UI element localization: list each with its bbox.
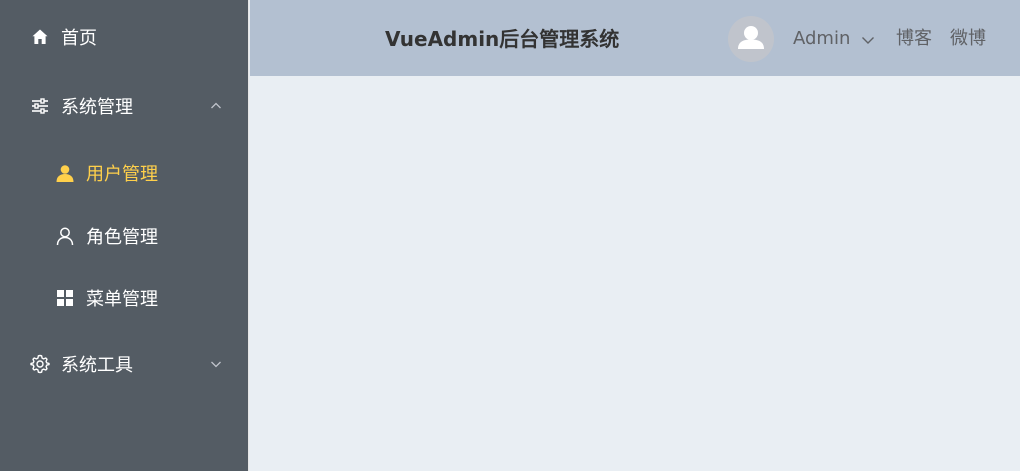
gear-icon (30, 354, 50, 374)
sliders-icon (30, 96, 50, 116)
sidebar-item-label: 菜单管理 (86, 289, 158, 310)
sidebar-item-label: 系统工具 (61, 355, 133, 376)
sidebar-submenu-system-management[interactable]: 系统管理 (0, 78, 248, 134)
user-outline-icon (55, 226, 75, 246)
sidebar-item-menu-management[interactable]: 菜单管理 (0, 270, 248, 326)
blog-link[interactable]: 博客 (896, 0, 932, 76)
app-title: VueAdmin后台管理系统 (385, 27, 620, 51)
top-header: VueAdmin后台管理系统 Admin 博客 微博 (250, 0, 1020, 76)
app-root: 首页 系统管理 用户管理 角色管理 菜单管理 系统工具 VueAdmin后台管理… (0, 0, 1020, 471)
chevron-down-icon[interactable] (861, 32, 875, 46)
user-dropdown-trigger[interactable]: Admin (793, 0, 850, 76)
sidebar-item-label: 系统管理 (61, 97, 133, 118)
main-content (250, 76, 1020, 471)
sidebar-submenu-system-tools[interactable]: 系统工具 (0, 336, 248, 392)
sidebar-item-label: 用户管理 (86, 164, 158, 185)
user-avatar-icon (738, 26, 764, 49)
sidebar-item-label: 角色管理 (86, 227, 158, 248)
avatar[interactable] (728, 16, 774, 62)
chevron-up-icon (210, 100, 222, 112)
home-icon (30, 27, 50, 47)
chevron-down-icon (210, 358, 222, 370)
grid-icon (55, 288, 75, 308)
user-filled-icon (55, 163, 75, 183)
weibo-link[interactable]: 微博 (950, 0, 986, 76)
sidebar-item-user-management[interactable]: 用户管理 (0, 145, 248, 201)
sidebar-item-label: 首页 (61, 28, 97, 49)
sidebar-menu: 首页 系统管理 用户管理 角色管理 菜单管理 系统工具 (0, 0, 249, 471)
sidebar-item-role-management[interactable]: 角色管理 (0, 208, 248, 264)
sidebar-item-home[interactable]: 首页 (0, 9, 248, 65)
